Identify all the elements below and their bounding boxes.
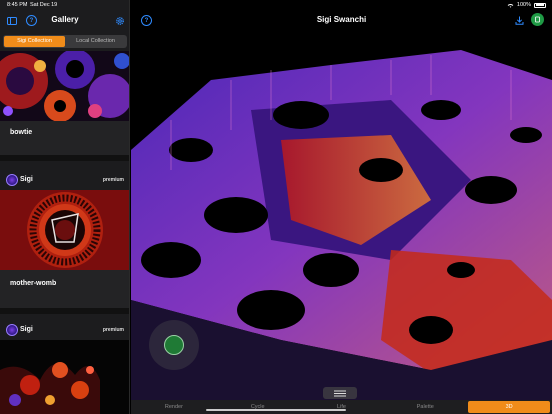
render-view: ? Sigi Swanchi Render Cycle Life Palette… xyxy=(131,0,552,414)
gear-icon[interactable] xyxy=(114,15,125,26)
wifi-icon xyxy=(507,3,514,8)
fractal-thumbnail-bowtie[interactable] xyxy=(0,51,129,121)
collection-segmented-control: Sigi Collection Local Collection xyxy=(3,35,127,48)
record-icon[interactable] xyxy=(531,13,544,26)
camera-joystick[interactable] xyxy=(149,320,199,370)
avatar xyxy=(6,324,18,336)
card-separator xyxy=(0,155,129,161)
tab-render[interactable]: Render xyxy=(133,401,215,413)
page-title: Sigi Swanchi xyxy=(316,15,367,24)
home-indicator xyxy=(206,409,346,411)
gallery-sidebar: ? Gallery Sigi Collection Local Collecti… xyxy=(0,0,130,414)
segment-sigi-collection[interactable]: Sigi Collection xyxy=(4,36,65,47)
premium-badge: premium xyxy=(102,327,124,333)
sidebar-header: ? Gallery xyxy=(0,10,129,32)
battery-icon xyxy=(534,2,546,8)
battery-percent: 100% xyxy=(516,2,531,8)
card-name-mother-womb: mother-womb xyxy=(0,270,129,308)
fractal-thumbnail-mother-womb[interactable] xyxy=(0,190,129,270)
card-user: Sigi xyxy=(20,176,33,183)
mode-tab-bar: Render Cycle Life Palette 3D xyxy=(131,400,552,414)
sidebar-title: Gallery xyxy=(51,15,79,24)
tab-life[interactable]: Life xyxy=(301,401,383,413)
avatar xyxy=(6,174,18,186)
menu-handle[interactable] xyxy=(323,387,357,399)
menu-lines-icon xyxy=(334,390,346,396)
main-header: ? Sigi Swanchi xyxy=(131,10,552,32)
fractal-thumbnail[interactable] xyxy=(0,340,129,414)
segment-local-collection[interactable]: Local Collection xyxy=(65,36,126,47)
status-bar: 8:45 PM Sat Dec 19 100% xyxy=(0,0,552,10)
tab-3d[interactable]: 3D xyxy=(468,401,550,413)
card-user: Sigi xyxy=(20,326,33,333)
tab-cycle[interactable]: Cycle xyxy=(217,401,299,413)
tab-palette[interactable]: Palette xyxy=(384,401,466,413)
card-header: Sigi premium xyxy=(0,170,129,190)
premium-badge: premium xyxy=(102,177,124,183)
card-separator xyxy=(0,308,129,314)
card-name-bowtie: bowtie xyxy=(0,121,129,155)
card-header: Sigi premium xyxy=(0,320,129,340)
status-date: Sat Dec 19 xyxy=(30,2,58,8)
status-time: 8:45 PM xyxy=(7,2,28,8)
status-right: 100% xyxy=(507,2,546,8)
joystick-knob[interactable] xyxy=(164,335,184,355)
download-icon[interactable] xyxy=(514,15,525,26)
